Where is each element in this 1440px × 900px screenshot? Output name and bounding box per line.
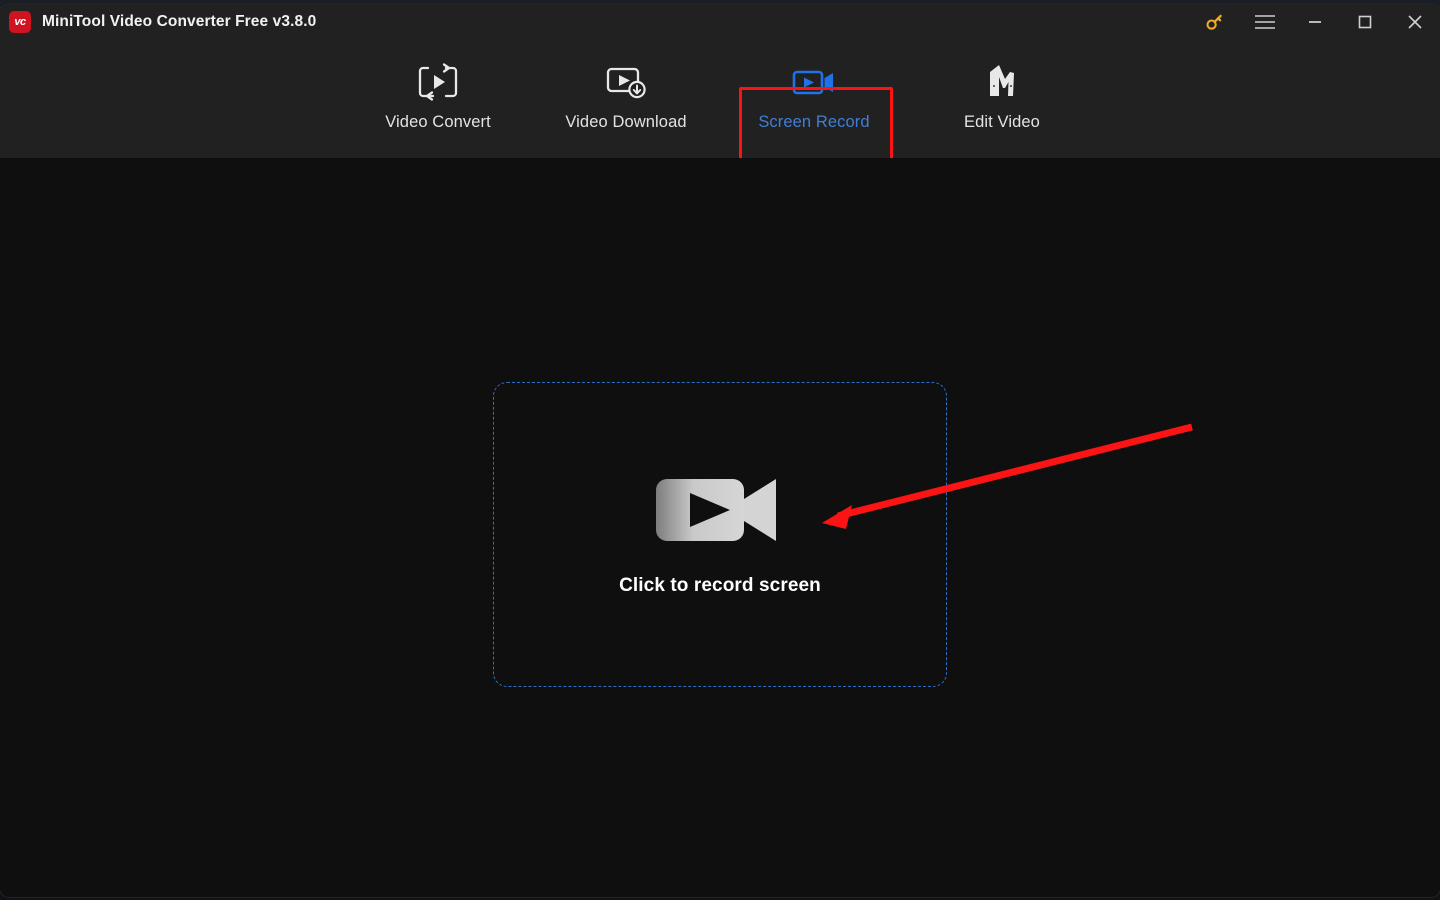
hamburger-menu-icon[interactable] — [1240, 4, 1290, 40]
window-controls — [1190, 4, 1440, 40]
app-logo-icon: vc — [9, 11, 31, 33]
window-title: MiniTool Video Converter Free v3.8.0 — [42, 13, 317, 30]
close-icon[interactable] — [1390, 4, 1440, 40]
video-download-icon — [604, 59, 648, 105]
video-convert-icon — [416, 59, 460, 105]
title-bar: vc MiniTool Video Converter Free v3.8.0 — [0, 4, 1440, 40]
dropzone-label: Click to record screen — [619, 574, 821, 596]
video-camera-icon — [650, 473, 790, 547]
tab-edit-video[interactable]: Edit Video — [908, 40, 1096, 150]
record-dropzone[interactable]: Click to record screen — [493, 382, 947, 687]
tab-video-download[interactable]: Video Download — [532, 40, 720, 150]
edit-video-icon — [980, 59, 1024, 105]
key-icon[interactable] — [1190, 4, 1240, 40]
tab-video-convert[interactable]: Video Convert — [344, 40, 532, 150]
tab-label: Video Convert — [385, 112, 491, 131]
main-content-area: Click to record screen — [0, 158, 1440, 897]
screen-record-icon — [790, 59, 838, 105]
maximize-icon[interactable] — [1340, 4, 1390, 40]
tab-label: Screen Record — [758, 112, 870, 131]
tab-label: Video Download — [565, 112, 687, 131]
tab-label: Edit Video — [964, 112, 1040, 131]
tab-screen-record[interactable]: Screen Record — [720, 40, 908, 150]
minimize-icon[interactable] — [1290, 4, 1340, 40]
application-window: vc MiniTool Video Converter Free v3.8.0 — [0, 4, 1440, 897]
main-tab-bar: Video Convert Video Download Screen Reco… — [0, 40, 1440, 193]
